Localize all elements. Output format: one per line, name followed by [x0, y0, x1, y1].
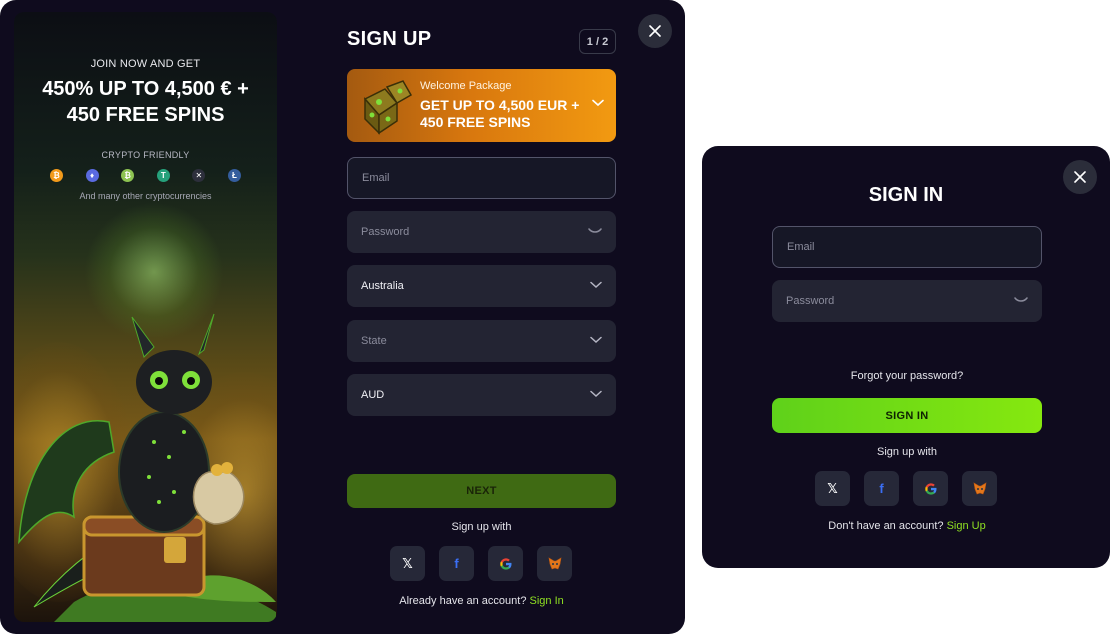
- country-value: Australia: [361, 280, 404, 292]
- google-icon: [499, 557, 511, 570]
- ripple-icon: ✕: [192, 169, 206, 182]
- crypto-friendly-label: CRYPTO FRIENDLY: [101, 150, 190, 160]
- signin-email-input[interactable]: [787, 241, 1007, 253]
- signup-password-input[interactable]: [361, 226, 581, 238]
- signin-prompt: Already have an account? Sign In: [347, 595, 616, 607]
- chevron-down-icon: [590, 336, 602, 344]
- chevron-down-icon: [592, 99, 604, 107]
- welcome-package-banner[interactable]: Welcome Package GET UP TO 4,500 EUR + 45…: [347, 69, 616, 142]
- signup-link[interactable]: Sign Up: [947, 520, 986, 532]
- promo-join-text: JOIN NOW AND GET: [90, 58, 201, 70]
- litecoin-icon: Ł: [227, 169, 241, 182]
- bitcoin-icon: ₿: [50, 169, 63, 182]
- promo-panel: JOIN NOW AND GET 450% UP TO 4,500 € + 45…: [14, 12, 277, 622]
- close-icon: [1074, 171, 1086, 183]
- bitcoin-cash-icon: ₿: [121, 169, 135, 182]
- signup-email-input[interactable]: [362, 172, 582, 184]
- x-icon: 𝕏: [827, 480, 838, 496]
- chevron-down-icon: [590, 281, 602, 289]
- next-button[interactable]: NEXT: [347, 474, 616, 508]
- signup-email-field[interactable]: [347, 157, 616, 199]
- google-icon: [924, 482, 936, 495]
- x-login-button[interactable]: 𝕏: [390, 546, 425, 581]
- metamask-fox-icon: [548, 557, 561, 570]
- signup-prompt-text: Don't have an account?: [828, 520, 944, 532]
- tether-icon: T: [156, 169, 170, 182]
- google-login-button[interactable]: [488, 546, 523, 581]
- signin-social-buttons: 𝕏 f: [815, 471, 997, 506]
- signup-prompt: Don't have an account? Sign Up: [772, 520, 1042, 532]
- forgot-password-link[interactable]: Forgot your password?: [772, 370, 1042, 382]
- facebook-login-button[interactable]: f: [439, 546, 474, 581]
- metamask-login-button[interactable]: [537, 546, 572, 581]
- eye-closed-icon[interactable]: [588, 227, 602, 235]
- eye-closed-icon[interactable]: [1014, 296, 1028, 304]
- facebook-icon: f: [879, 481, 884, 496]
- signin-password-field[interactable]: [772, 280, 1042, 322]
- signin-password-input[interactable]: [786, 295, 1006, 307]
- close-icon: [649, 25, 661, 37]
- welcome-package-offer: GET UP TO 4,500 EUR + 450 FREE SPINS: [420, 97, 580, 130]
- signin-email-field[interactable]: [772, 226, 1042, 268]
- welcome-package-label: Welcome Package: [420, 80, 512, 92]
- state-placeholder: State: [361, 335, 387, 347]
- ethereum-icon: ♦: [85, 169, 99, 182]
- signup-close-button[interactable]: [638, 14, 672, 48]
- x-login-button[interactable]: 𝕏: [815, 471, 850, 506]
- chevron-down-icon: [590, 390, 602, 398]
- google-login-button[interactable]: [913, 471, 948, 506]
- metamask-fox-icon: [973, 482, 986, 495]
- signup-social-label: Sign up with: [451, 521, 512, 533]
- country-select[interactable]: Australia: [347, 265, 616, 307]
- state-select[interactable]: State: [347, 320, 616, 362]
- dragon-treasure-illustration: [18, 313, 276, 622]
- metamask-login-button[interactable]: [962, 471, 997, 506]
- facebook-icon: f: [454, 556, 459, 571]
- currency-select[interactable]: AUD: [347, 374, 616, 416]
- dice-icon: [363, 80, 413, 135]
- signin-prompt-text: Already have an account?: [399, 595, 527, 607]
- signup-social-buttons: 𝕏 f: [390, 546, 572, 581]
- facebook-login-button[interactable]: f: [864, 471, 899, 506]
- signin-social-label: Sign up with: [877, 446, 937, 458]
- step-indicator: 1 / 2: [579, 29, 616, 54]
- signup-title: SIGN UP: [347, 28, 432, 50]
- currency-value: AUD: [361, 389, 385, 401]
- promo-headline: 450% UP TO 4,500 € + 450 FREE SPINS: [42, 78, 249, 126]
- crypto-icons-row: ₿ ♦ ₿ T ✕ Ł: [50, 169, 241, 183]
- signup-password-field[interactable]: [347, 211, 616, 253]
- signin-button[interactable]: SIGN IN: [772, 398, 1042, 433]
- x-icon: 𝕏: [402, 555, 413, 571]
- signin-title: SIGN IN: [868, 184, 944, 206]
- more-crypto-text: And many other cryptocurrencies: [79, 191, 212, 201]
- signin-link[interactable]: Sign In: [530, 595, 564, 607]
